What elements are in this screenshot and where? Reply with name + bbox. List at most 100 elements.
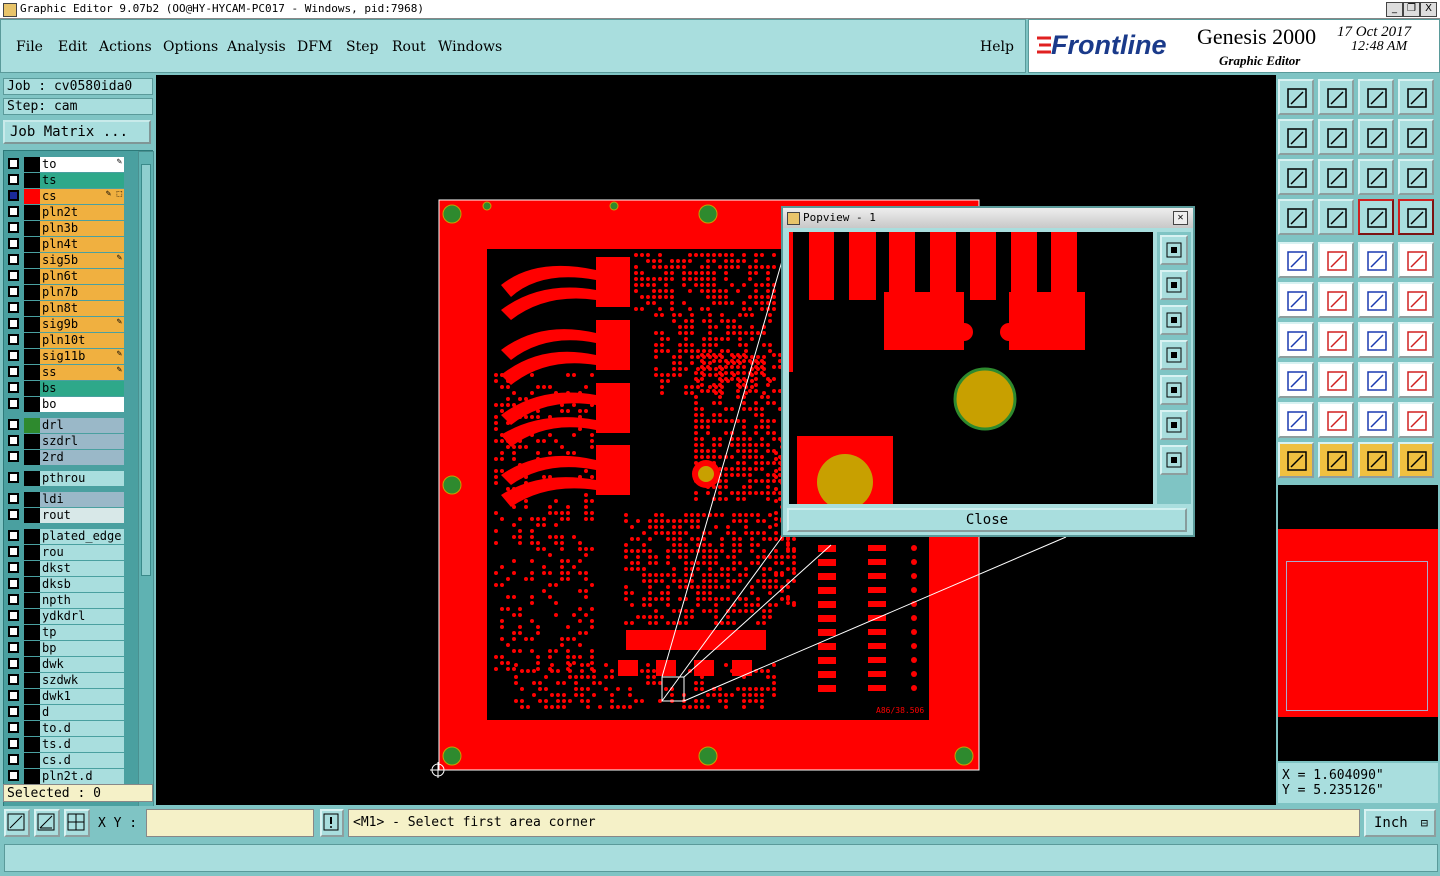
undo-icon[interactable] (1278, 119, 1314, 155)
popview-pan-icon[interactable] (1160, 445, 1188, 475)
menu-windows[interactable]: Windows (438, 39, 502, 55)
layer-row-pln4t[interactable]: pln4t (6, 237, 124, 252)
minimize-button[interactable]: _ (1386, 2, 1403, 17)
layer-row-dwk[interactable]: dwk (6, 657, 124, 672)
layer-checkbox[interactable] (8, 578, 19, 589)
layer-color-swatch[interactable] (24, 705, 40, 720)
warn-a-icon[interactable] (1318, 402, 1354, 438)
layer-row-ts-d[interactable]: ts.d (6, 737, 124, 752)
popview-save-icon[interactable] (1160, 305, 1188, 335)
layer-name[interactable]: pln4t (40, 237, 124, 252)
layout-icon[interactable] (1398, 79, 1434, 115)
exclamation-icon[interactable] (320, 809, 344, 837)
measure-angle-icon[interactable] (34, 809, 60, 837)
layer-checkbox[interactable] (8, 254, 19, 265)
layer-color-swatch[interactable] (24, 673, 40, 688)
select-pad-icon[interactable] (1398, 242, 1434, 278)
layer-color-swatch[interactable] (24, 641, 40, 656)
layer-checkbox[interactable] (8, 472, 19, 483)
pattern-icon[interactable] (1278, 362, 1314, 398)
layer-color-swatch[interactable] (24, 365, 40, 380)
layer-color-swatch[interactable] (24, 317, 40, 332)
ruler-icon[interactable] (1278, 199, 1314, 235)
layer-color-swatch[interactable] (24, 189, 40, 204)
popview-prev-icon[interactable] (1160, 340, 1188, 370)
layer-name[interactable]: npth (40, 593, 124, 608)
layer-name[interactable]: ydkdrl (40, 609, 124, 624)
layer-row-pln8t[interactable]: pln8t (6, 301, 124, 316)
menu-dfm[interactable]: DFM (297, 39, 332, 55)
layer-name[interactable]: dwk (40, 657, 124, 672)
popview-zoom-icon[interactable] (1160, 235, 1188, 265)
layer-name[interactable]: ts (40, 173, 124, 188)
layer-row-cs[interactable]: cs ✎ ⬚ (6, 189, 124, 204)
menu-step[interactable]: Step (346, 39, 378, 55)
close-window-button[interactable]: X (1420, 2, 1437, 17)
layer-name[interactable]: dwk1 (40, 689, 124, 704)
layer-row-ldi[interactable]: ldi (6, 492, 124, 507)
layer-checkbox[interactable] (8, 610, 19, 621)
layer-name[interactable]: d (40, 705, 124, 720)
layer-checkbox[interactable] (8, 318, 19, 329)
layer-checkbox[interactable] (8, 509, 19, 520)
layer-row-cs-d[interactable]: cs.d (6, 753, 124, 768)
layer-color-swatch[interactable] (24, 205, 40, 220)
pointer-icon[interactable] (1278, 442, 1314, 478)
popview-close-button[interactable]: Close (787, 508, 1187, 532)
delete-icon[interactable] (1318, 282, 1354, 318)
layer-color-swatch[interactable] (24, 434, 40, 449)
layer-checkbox[interactable] (8, 174, 19, 185)
layer-name[interactable]: bo (40, 397, 124, 412)
layer-color-swatch[interactable] (24, 237, 40, 252)
layer-row-drl[interactable]: drl (6, 418, 124, 433)
layer-checkbox[interactable] (8, 350, 19, 361)
layer-row-szdwk[interactable]: szdwk (6, 673, 124, 688)
menu-edit[interactable]: Edit (58, 39, 87, 55)
popview-next-icon[interactable] (1160, 375, 1188, 405)
layer-checkbox[interactable] (8, 158, 19, 169)
layer-color-swatch[interactable] (24, 285, 40, 300)
layer-row-sig5b[interactable]: sig5b ✎ (6, 253, 124, 268)
layer-list-scrollbar[interactable] (138, 151, 154, 853)
layer-checkbox[interactable] (8, 690, 19, 701)
layer-color-swatch[interactable] (24, 418, 40, 433)
popview-close-icon[interactable]: ✕ (1173, 211, 1188, 225)
layer-checkbox[interactable] (8, 382, 19, 393)
layer-checkbox[interactable] (8, 674, 19, 685)
connect-icon[interactable] (1278, 282, 1314, 318)
layer-name[interactable]: pln2t.d (40, 769, 124, 784)
redo-icon[interactable] (1318, 119, 1354, 155)
layer-name[interactable]: tp (40, 625, 124, 640)
layer-row-pln2t-d[interactable]: pln2t.d (6, 769, 124, 784)
draw-line-icon[interactable] (1318, 242, 1354, 278)
layer-checkbox[interactable] (8, 562, 19, 573)
pointer-select-icon[interactable] (1318, 442, 1354, 478)
layer-name[interactable]: pln2t (40, 205, 124, 220)
measure-icon[interactable] (1358, 242, 1394, 278)
layer-color-swatch[interactable] (24, 529, 40, 544)
layer-color-swatch[interactable] (24, 157, 40, 172)
layer-name[interactable]: to.d (40, 721, 124, 736)
layer-color-swatch[interactable] (24, 471, 40, 486)
units-select[interactable]: Inch ⊟ (1364, 809, 1436, 837)
layer-row-2rd[interactable]: 2rd (6, 450, 124, 465)
layer-checkbox[interactable] (8, 190, 19, 201)
layer-color-swatch[interactable] (24, 381, 40, 396)
layer-color-swatch[interactable] (24, 561, 40, 576)
layer-row-rout[interactable]: rout (6, 508, 124, 523)
pointer-drag-icon[interactable] (1358, 442, 1394, 478)
route-icon[interactable] (1398, 442, 1434, 478)
layer-color-swatch[interactable] (24, 609, 40, 624)
fit-view-icon[interactable] (1278, 159, 1314, 195)
layer-name[interactable]: pln10t (40, 333, 124, 348)
layer-name[interactable]: rout (40, 508, 124, 523)
layer-row-szdrl[interactable]: szdrl (6, 434, 124, 449)
layer-row-pln2t[interactable]: pln2t (6, 205, 124, 220)
menu-actions[interactable]: Actions (99, 39, 152, 55)
layer-checkbox[interactable] (8, 530, 19, 541)
cut-icon[interactable] (1318, 362, 1354, 398)
layer-row-ydkdrl[interactable]: ydkdrl (6, 609, 124, 624)
open-job-icon[interactable] (1278, 79, 1314, 115)
layer-name[interactable]: dkst (40, 561, 124, 576)
layer-checkbox[interactable] (8, 626, 19, 637)
